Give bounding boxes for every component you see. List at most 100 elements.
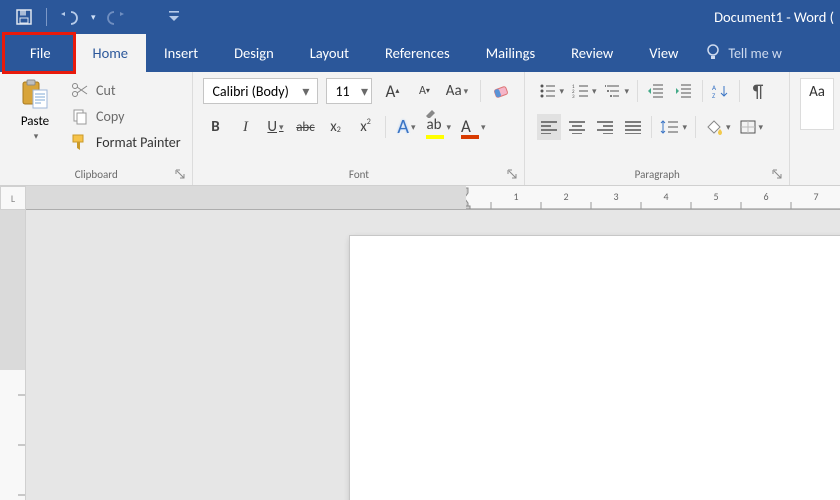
tab-layout[interactable]: Layout: [292, 34, 367, 72]
cut-button[interactable]: Cut: [70, 80, 181, 100]
tab-label: Design: [234, 44, 274, 62]
multilevel-icon: [605, 83, 623, 99]
paintbrush-icon: [70, 132, 90, 152]
svg-text:4: 4: [663, 190, 668, 203]
svg-text:7: 7: [813, 190, 818, 203]
ruler-corner[interactable]: L: [0, 186, 26, 210]
shading-button[interactable]: ▾: [702, 114, 733, 140]
numbering-button[interactable]: 123▾: [570, 78, 599, 104]
bullets-button[interactable]: ▾: [537, 78, 566, 104]
chevron-down-icon: ▾: [411, 122, 416, 133]
shrink-font-button[interactable]: A▾: [412, 78, 436, 104]
highlight-button[interactable]: ab▾: [424, 114, 453, 140]
paste-icon: [18, 78, 52, 112]
group-clipboard: Paste ▾ Cut Copy: [0, 72, 193, 185]
tab-file[interactable]: File: [6, 34, 75, 72]
tab-insert[interactable]: Insert: [146, 34, 216, 72]
show-marks-button[interactable]: ¶: [746, 78, 770, 104]
align-center-button[interactable]: [565, 114, 589, 140]
chevron-down-icon: ▾: [34, 131, 39, 142]
subscript-button[interactable]: x2: [323, 114, 347, 140]
borders-button[interactable]: ▾: [737, 114, 766, 140]
lightbulb-icon: [706, 44, 720, 62]
group-label-clipboard: Clipboard: [0, 167, 192, 185]
sort-button[interactable]: AZ: [709, 78, 733, 104]
line-spacing-button[interactable]: ▾: [658, 114, 689, 140]
copy-label: Copy: [96, 108, 124, 125]
save-icon[interactable]: [14, 7, 34, 27]
ribbon: Paste ▾ Cut Copy: [0, 72, 840, 186]
font-size-combo[interactable]: 11 ▾: [326, 78, 372, 104]
chevron-down-icon: ▾: [682, 122, 687, 133]
scissors-icon: [70, 80, 90, 100]
text-effects-button[interactable]: A▾: [394, 114, 418, 140]
undo-menu-chevron-icon[interactable]: ▾: [91, 12, 96, 23]
align-right-icon: [596, 120, 614, 134]
tab-label: Home: [93, 44, 128, 62]
style-tile-normal[interactable]: Aa: [800, 78, 834, 130]
clear-formatting-button[interactable]: [490, 78, 514, 104]
tab-references[interactable]: References: [367, 34, 468, 72]
tab-mailings[interactable]: Mailings: [468, 34, 553, 72]
multilevel-list-button[interactable]: ▾: [603, 78, 632, 104]
change-case-button[interactable]: Aa▾: [444, 78, 469, 104]
tab-label: Mailings: [486, 44, 535, 62]
window-title: Document1 - Word (: [714, 8, 840, 26]
customize-qat-icon[interactable]: [164, 7, 184, 27]
line-spacing-icon: [660, 119, 680, 135]
tab-file-label: File: [30, 44, 51, 62]
italic-button[interactable]: I: [233, 114, 257, 140]
font-color-button[interactable]: A▾: [459, 114, 488, 140]
copy-button[interactable]: Copy: [70, 106, 181, 126]
undo-icon[interactable]: [59, 7, 79, 27]
tab-design[interactable]: Design: [216, 34, 292, 72]
increase-indent-button[interactable]: [672, 78, 696, 104]
dialog-launcher-icon[interactable]: [174, 168, 186, 180]
superscript-button[interactable]: x2: [353, 114, 377, 140]
font-name-combo[interactable]: Calibri (Body) ▾: [203, 78, 318, 104]
dialog-launcher-icon[interactable]: [771, 168, 783, 180]
group-font: Calibri (Body) ▾ 11 ▾ A▴ A▾ Aa▾ B I U▾: [193, 72, 525, 185]
redo-icon[interactable]: [106, 7, 126, 27]
sort-icon: AZ: [712, 83, 730, 99]
align-justify-button[interactable]: [621, 114, 645, 140]
format-painter-label: Format Painter: [96, 134, 181, 151]
chevron-down-icon: ▾: [759, 122, 764, 133]
underline-button[interactable]: U▾: [263, 114, 287, 140]
tab-view[interactable]: View: [631, 34, 696, 72]
outdent-icon: [647, 83, 665, 99]
vertical-ruler[interactable]: 2 1: [0, 210, 26, 500]
strikethrough-button[interactable]: abc: [293, 114, 317, 140]
svg-text:5: 5: [713, 190, 718, 203]
document-area: L 2 1 1 2 3 4 5 6 7: [0, 186, 840, 500]
horizontal-ruler[interactable]: 2 1 1 2 3 4 5 6 7: [26, 186, 840, 210]
align-justify-icon: [624, 120, 642, 134]
tell-me-label: Tell me w: [728, 45, 781, 62]
align-left-icon: [540, 120, 558, 134]
tell-me-search[interactable]: Tell me w: [706, 34, 781, 72]
tab-review[interactable]: Review: [553, 34, 631, 72]
chevron-down-icon: ▾: [297, 83, 315, 100]
svg-text:Z: Z: [712, 91, 716, 99]
format-painter-button[interactable]: Format Painter: [70, 132, 181, 152]
chevron-down-icon: ▾: [279, 122, 284, 133]
paste-button[interactable]: Paste ▾: [8, 78, 62, 165]
chevron-down-icon: ▾: [464, 86, 469, 97]
borders-icon: [739, 119, 757, 135]
decrease-indent-button[interactable]: [644, 78, 668, 104]
ribbon-tabs: File Home Insert Design Layout Reference…: [0, 34, 840, 72]
tab-home[interactable]: Home: [75, 34, 146, 72]
align-right-button[interactable]: [593, 114, 617, 140]
chevron-down-icon: ▾: [481, 122, 486, 133]
svg-text:2: 2: [563, 190, 568, 203]
group-label-font: Font: [193, 167, 524, 185]
chevron-down-icon: ▾: [592, 86, 597, 97]
dialog-launcher-icon[interactable]: [506, 168, 518, 180]
indent-icon: [675, 83, 693, 99]
paste-label: Paste: [21, 114, 49, 129]
align-left-button[interactable]: [537, 114, 561, 140]
bold-button[interactable]: B: [203, 114, 227, 140]
grow-font-button[interactable]: A▴: [380, 78, 404, 104]
quick-access-toolbar: ▾: [0, 7, 198, 27]
document-page[interactable]: [350, 236, 840, 500]
